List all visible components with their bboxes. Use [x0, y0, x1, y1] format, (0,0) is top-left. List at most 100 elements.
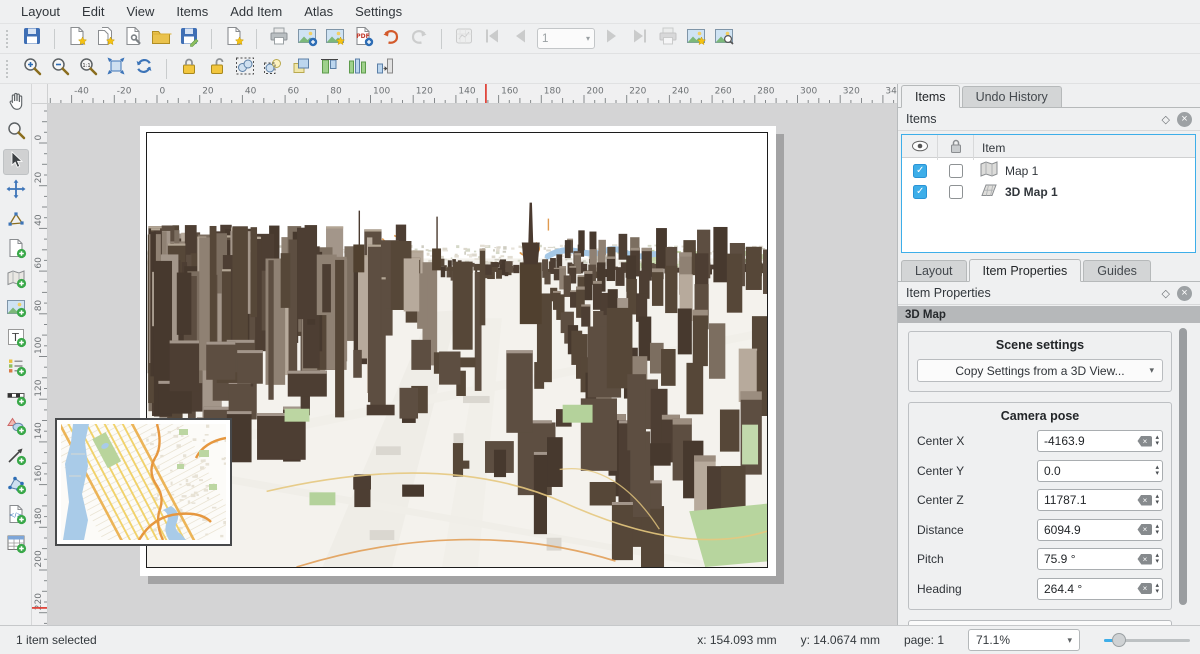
add-map-button[interactable] — [3, 267, 29, 293]
menu-view[interactable]: View — [115, 2, 165, 21]
save-project-button[interactable] — [19, 26, 45, 52]
spinner-arrows[interactable]: ▴▾ — [1155, 583, 1159, 595]
menu-edit[interactable]: Edit — [71, 2, 115, 21]
layout-canvas[interactable] — [48, 104, 897, 625]
clear-value-icon[interactable]: × — [1137, 583, 1152, 594]
visibility-checkbox[interactable] — [913, 164, 927, 178]
export-as-image-button[interactable] — [294, 26, 320, 52]
print-layout-button[interactable] — [266, 26, 292, 52]
menu-add-item[interactable]: Add Item — [219, 2, 293, 21]
preview-atlas-button[interactable] — [711, 26, 737, 52]
add-html-button[interactable]: </> — [3, 503, 29, 529]
align-selected-items-button[interactable] — [316, 56, 342, 82]
items-tree-row[interactable]: Map 1 — [902, 158, 1195, 179]
new-layout-button[interactable] — [64, 26, 90, 52]
tab-items[interactable]: Items — [901, 85, 960, 108]
menu-items[interactable]: Items — [165, 2, 219, 21]
layout-page[interactable] — [140, 126, 776, 576]
add-legend-button[interactable] — [3, 356, 29, 382]
duplicate-layout-button[interactable] — [92, 26, 118, 52]
add-node-item-button[interactable] — [3, 474, 29, 500]
3d-map-item[interactable] — [146, 132, 768, 568]
pan-layout-button[interactable] — [3, 90, 29, 116]
add-arrow-button[interactable] — [3, 444, 29, 470]
clear-value-icon[interactable]: × — [1137, 524, 1152, 535]
add-page-button[interactable] — [3, 238, 29, 264]
edit-nodes-item-button[interactable] — [3, 208, 29, 234]
open-layout-button[interactable] — [148, 26, 174, 52]
group-icon — [234, 55, 256, 82]
center-y-input[interactable]: 0.0▴▾ — [1037, 460, 1163, 482]
layout-manager-button[interactable] — [120, 26, 146, 52]
raise-selected-items-button[interactable] — [288, 56, 314, 82]
refresh-view-button[interactable] — [131, 56, 157, 82]
menu-atlas[interactable]: Atlas — [293, 2, 344, 21]
export-atlas-button[interactable] — [683, 26, 709, 52]
chevron-down-icon: ▾ — [1067, 635, 1072, 646]
zoom-level-combo[interactable]: 71.1%▾ — [968, 629, 1080, 651]
print-atlas-button — [655, 26, 681, 52]
set-from-3d-view-button[interactable]: Set from a 3D View...▾ — [908, 620, 1172, 626]
tab-layout[interactable]: Layout — [901, 260, 967, 281]
dock-tabs-bottom: LayoutItem PropertiesGuides — [898, 259, 1200, 282]
resize-items-button[interactable] — [372, 56, 398, 82]
export-as-svg-button[interactable] — [322, 26, 348, 52]
spinner-arrows[interactable]: ▴▾ — [1155, 524, 1159, 536]
zoom-out-button[interactable] — [47, 56, 73, 82]
spinner-arrows[interactable]: ▴▾ — [1155, 465, 1159, 477]
heading-input[interactable]: 264.4 °×▴▾ — [1037, 578, 1163, 600]
ungroup-icon — [262, 55, 284, 82]
previous-feature-button — [507, 26, 533, 52]
spinner-arrows[interactable]: ▴▾ — [1155, 553, 1159, 565]
svg-text:180: 180 — [544, 87, 561, 97]
center-x-input[interactable]: -4163.9×▴▾ — [1037, 430, 1163, 452]
lock-checkbox[interactable] — [949, 185, 963, 199]
save-as-template-button[interactable] — [176, 26, 202, 52]
lock-checkbox[interactable] — [949, 164, 963, 178]
spinner-arrows[interactable]: ▴▾ — [1155, 494, 1159, 506]
select-move-item-button[interactable] — [3, 149, 29, 175]
zoom-slider[interactable] — [1104, 631, 1190, 649]
clear-value-icon[interactable]: × — [1137, 436, 1152, 447]
export-as-pdf-button[interactable]: PDF — [350, 26, 376, 52]
float-panel-icon[interactable]: ◇ — [1162, 113, 1170, 126]
menu-settings[interactable]: Settings — [344, 2, 413, 21]
close-panel-icon[interactable]: × — [1177, 286, 1192, 301]
map-item-inset[interactable] — [55, 418, 232, 546]
tab-undo-history[interactable]: Undo History — [962, 86, 1062, 107]
items-tree-row[interactable]: 3D Map 1 — [902, 179, 1195, 200]
center-z-input[interactable]: 11787.1×▴▾ — [1037, 489, 1163, 511]
zoom-actual-button[interactable]: 1:1 — [75, 56, 101, 82]
pitch-input[interactable]: 75.9 °×▴▾ — [1037, 548, 1163, 570]
move-item-content-button[interactable] — [3, 179, 29, 205]
clear-value-icon[interactable]: × — [1137, 495, 1152, 506]
tab-item-properties[interactable]: Item Properties — [969, 259, 1082, 282]
undo-button[interactable] — [378, 26, 404, 52]
float-panel-icon[interactable]: ◇ — [1162, 287, 1170, 300]
distance-input[interactable]: 6094.9×▴▾ — [1037, 519, 1163, 541]
atlas-feature-combo[interactable]: 1▾ — [537, 28, 595, 49]
properties-scrollbar[interactable] — [1179, 328, 1187, 617]
lock-selected-items-button[interactable] — [176, 56, 202, 82]
copy-settings-from-3d-view-button[interactable]: Copy Settings from a 3D View...▾ — [917, 359, 1163, 382]
add-picture-button[interactable] — [3, 297, 29, 323]
spinner-arrows[interactable]: ▴▾ — [1155, 435, 1159, 447]
zoom-full-button[interactable] — [103, 56, 129, 82]
add-label-button[interactable]: T — [3, 326, 29, 352]
add-scalebar-button[interactable] — [3, 385, 29, 411]
unlock-all-items-button[interactable] — [204, 56, 230, 82]
distribute-items-button[interactable] — [344, 56, 370, 82]
zoom-slider-handle[interactable] — [1112, 633, 1126, 647]
zoom-in-button[interactable] — [19, 56, 45, 82]
group-items-button[interactable] — [232, 56, 258, 82]
menu-layout[interactable]: Layout — [10, 2, 71, 21]
add-attribute-table-button[interactable] — [3, 533, 29, 559]
add-shape-button[interactable] — [3, 415, 29, 441]
add-pages-button[interactable] — [221, 26, 247, 52]
zoom-tool-button[interactable] — [3, 120, 29, 146]
ungroup-items-button[interactable] — [260, 56, 286, 82]
close-panel-icon[interactable]: × — [1177, 112, 1192, 127]
clear-value-icon[interactable]: × — [1137, 554, 1152, 565]
visibility-checkbox[interactable] — [913, 185, 927, 199]
tab-guides[interactable]: Guides — [1083, 260, 1151, 281]
